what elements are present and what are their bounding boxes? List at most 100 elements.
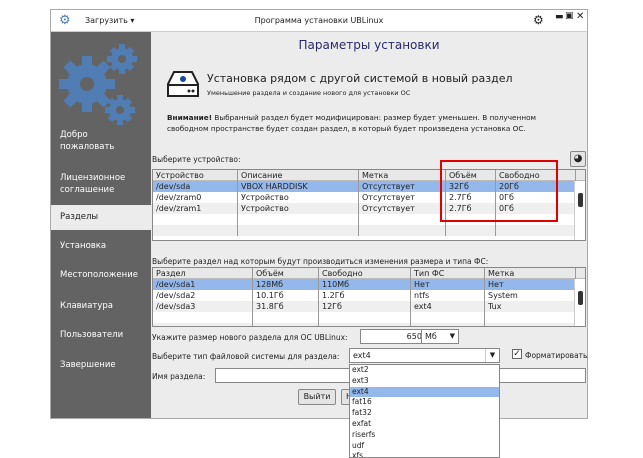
table-cell: ext4 (411, 301, 485, 312)
table-row[interactable]: /dev/sda1 128Мб 110Мб Нет Нет (153, 279, 576, 290)
table-row[interactable] (153, 225, 576, 236)
scrollbar-thumb[interactable] (578, 291, 583, 305)
size-unit-value: Мб (425, 332, 437, 341)
table-cell (153, 323, 253, 326)
sidebar: Добро пожаловать Лицензионное соглашение… (51, 32, 151, 418)
table-cell: Устройство (238, 192, 359, 203)
name-label: Имя раздела: (152, 372, 206, 381)
table-cell: Метка (485, 268, 576, 279)
close-button[interactable]: ✕ (576, 11, 584, 22)
warning-bold: Внимание! (167, 113, 213, 122)
mode-subtitle: Уменьшение раздела и создание нового для… (207, 89, 411, 97)
maximize-button[interactable]: ▣ (565, 11, 574, 21)
disk-icon (167, 71, 199, 97)
table-cell: Отсутствует (359, 203, 446, 214)
sidebar-item-location[interactable]: Местоположение (51, 269, 151, 281)
sidebar-item-finish[interactable]: Завершение (51, 359, 151, 371)
table-cell (253, 323, 319, 326)
size-unit-select[interactable]: Мб ▼ (421, 329, 459, 344)
table-cell (485, 312, 576, 323)
table-cell: Устройство (153, 170, 238, 181)
table-cell: 12Гб (319, 301, 411, 312)
exit-button[interactable]: Выйти (298, 389, 336, 405)
table-cell: Нет (485, 279, 576, 290)
fs-select[interactable]: ext4 ▼ (349, 348, 500, 363)
table-cell (253, 312, 319, 323)
sidebar-item-license[interactable]: Лицензионное соглашение (51, 172, 141, 196)
fs-option[interactable]: udf (350, 441, 499, 452)
format-checkbox[interactable]: ✓ (512, 349, 522, 359)
table-cell: 110Мб (319, 279, 411, 290)
fs-dropdown-list: ext2 ext3 ext4 fat16 fat32 exfat riserfs udf xfs (349, 364, 500, 458)
sidebar-item-keyboard[interactable]: Клавиатура (51, 300, 151, 312)
table-cell (153, 225, 238, 236)
table-cell: Объём (253, 268, 319, 279)
scrollbar[interactable] (574, 279, 585, 326)
title-bar: ⚙ Загрузить ▾ Программа установки UBLinu… (51, 10, 587, 32)
fs-option[interactable]: exfat (350, 419, 499, 430)
highlight-box (440, 160, 558, 222)
table-cell (411, 323, 485, 326)
table-cell: Тип ФС (411, 268, 485, 279)
table-cell: Устройство (238, 203, 359, 214)
table-cell: 31.8Гб (253, 301, 319, 312)
table-cell: 128Мб (253, 279, 319, 290)
partition-table: Раздел Объём Свободно Тип ФС Метка/dev/sda1 1… (152, 267, 586, 327)
table-cell: System (485, 290, 576, 301)
table-cell: 1.2Гб (319, 290, 411, 301)
table-cell (359, 225, 446, 236)
fs-option[interactable]: fat32 (350, 408, 499, 419)
table-cell (153, 312, 253, 323)
table-cell (359, 214, 446, 225)
settings-gear-icon[interactable]: ⚙ (533, 13, 544, 27)
table-cell: /dev/sda (153, 181, 238, 192)
table-row[interactable]: /dev/sda2 10.1Гб 1.2Гб ntfs System (153, 290, 576, 301)
table-cell (319, 323, 411, 326)
mode-title: Установка рядом с другой системой в новы… (207, 72, 513, 85)
table-row[interactable] (153, 312, 576, 323)
table-cell: ntfs (411, 290, 485, 301)
table-cell: Описание (238, 170, 359, 181)
fs-option[interactable]: ext4 (350, 386, 499, 398)
table-cell: Отсутствует (359, 181, 446, 192)
table-cell: Отсутствует (359, 192, 446, 203)
table-cell (238, 214, 359, 225)
table-cell (496, 225, 576, 236)
sidebar-item-install[interactable]: Установка (51, 240, 151, 252)
sidebar-item-users[interactable]: Пользователи (51, 329, 151, 341)
scrollbar-thumb[interactable] (578, 193, 583, 207)
page-title: Параметры установки (298, 38, 440, 52)
fs-option[interactable]: ext2 (350, 365, 499, 376)
table-cell: Метка (359, 170, 446, 181)
table-cell (238, 225, 359, 236)
table-cell (446, 225, 496, 236)
table-row[interactable]: /dev/sda3 31.8Гб 12Гб ext4 Tux (153, 301, 576, 312)
table-cell: 10.1Гб (253, 290, 319, 301)
table-cell (319, 312, 411, 323)
table-row[interactable] (153, 323, 576, 326)
minimize-button[interactable]: ▬ (555, 12, 564, 22)
table-cell: Свободно (319, 268, 411, 279)
sidebar-item-partitions[interactable]: Разделы (51, 205, 151, 230)
fs-option[interactable]: ext3 (350, 376, 499, 387)
table-cell: /dev/zram1 (153, 203, 238, 214)
fs-label: Выберите тип файловой системы для раздел… (152, 352, 340, 361)
fs-option[interactable]: riserfs (350, 430, 499, 441)
fs-option[interactable]: xfs (350, 451, 499, 457)
table-cell (153, 214, 238, 225)
scrollbar[interactable] (574, 181, 585, 240)
table-cell: /dev/sda2 (153, 290, 253, 301)
table-cell (411, 312, 485, 323)
chevron-down-icon: ▼ (449, 332, 455, 340)
size-label: Укажите размер нового раздела для ОС UBL… (152, 333, 348, 342)
table-cell: Нет (411, 279, 485, 290)
table-cell: Раздел (153, 268, 253, 279)
table-cell: /dev/sda1 (153, 279, 253, 290)
fs-option[interactable]: fat16 (350, 397, 499, 408)
chevron-down-icon: ▼ (485, 349, 499, 362)
partition-editor-button[interactable]: ◕ (570, 151, 586, 167)
sidebar-item-welcome[interactable]: Добро пожаловать (51, 129, 131, 153)
fs-value: ext4 (353, 351, 371, 360)
warning-text: Внимание! Выбранный раздел будет модифиц… (167, 112, 577, 134)
warning-body: Выбранный раздел будет модифицирован: ра… (167, 113, 537, 133)
